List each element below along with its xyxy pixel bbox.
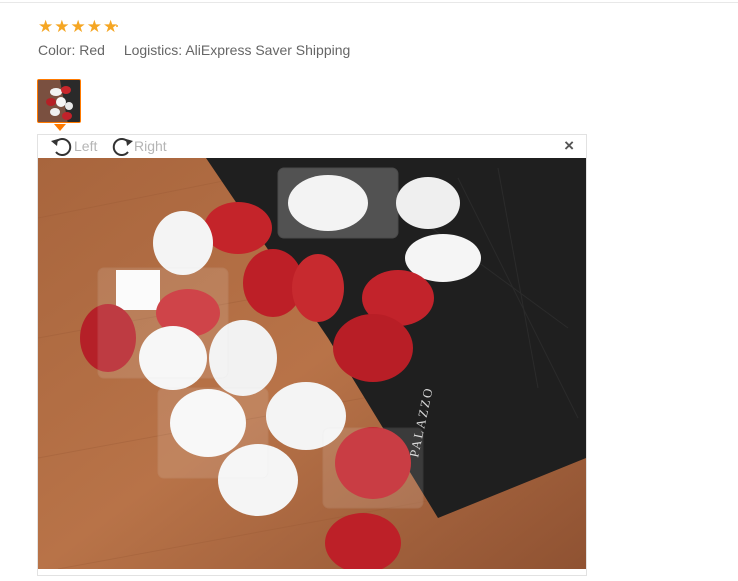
review-meta: Color: Red Logistics: AliExpress Saver S… bbox=[38, 42, 350, 58]
review-photo: PALAZZO bbox=[38, 158, 586, 569]
logistics-label: Logistics: bbox=[123, 42, 183, 58]
color-label: Color: bbox=[38, 42, 76, 58]
viewer-toolbar: Left Right × bbox=[38, 135, 586, 157]
thumbnail-image bbox=[38, 80, 80, 122]
rotate-right-icon bbox=[112, 138, 133, 156]
star-icon: ★ bbox=[103, 17, 119, 36]
rotate-left-label: Left bbox=[74, 138, 98, 154]
rotate-right-label: Right bbox=[134, 138, 167, 154]
rotate-left-icon bbox=[51, 138, 72, 156]
rotate-left-button[interactable]: Left bbox=[50, 136, 97, 156]
star-icon: ★ bbox=[54, 17, 70, 36]
star-rating: ★ ★ ★ ★ ★ bbox=[38, 18, 118, 36]
top-divider bbox=[0, 2, 738, 3]
color-value: Red bbox=[79, 42, 105, 58]
thumbnail-selected-indicator bbox=[54, 124, 66, 131]
close-icon[interactable]: × bbox=[564, 137, 574, 154]
review-photo-thumbnail[interactable] bbox=[37, 79, 81, 123]
logistics-value: AliExpress Saver Shipping bbox=[185, 42, 351, 58]
photo-viewer: Left Right × PALAZZO bbox=[37, 134, 587, 576]
star-icon: ★ bbox=[38, 17, 54, 36]
rating-dot bbox=[116, 25, 118, 27]
star-icon: ★ bbox=[70, 17, 86, 36]
rotate-right-button[interactable]: Right bbox=[110, 136, 167, 156]
star-icon: ★ bbox=[86, 17, 102, 36]
